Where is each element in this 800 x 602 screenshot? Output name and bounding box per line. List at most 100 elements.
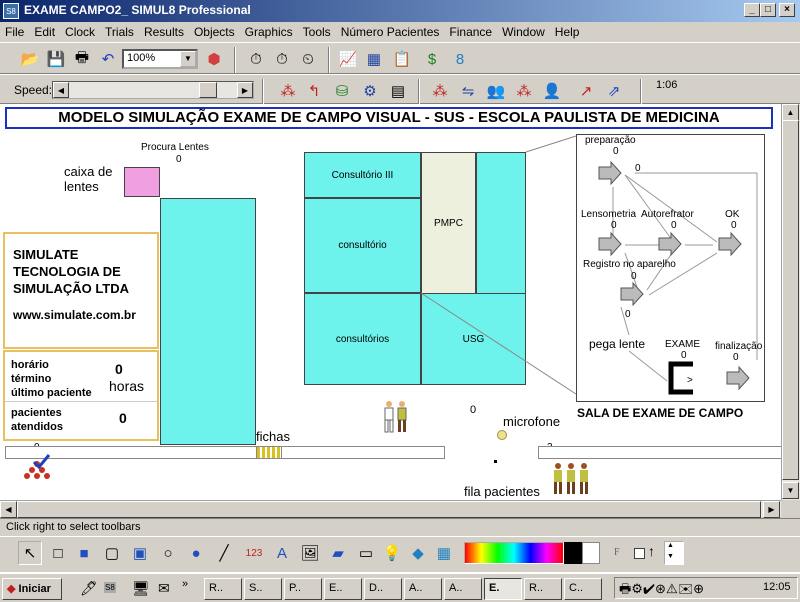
lightbulb-icon[interactable]: 💡	[380, 541, 404, 565]
rounded-rect-icon[interactable]: ▢	[100, 541, 124, 565]
finance-icon[interactable]: $	[420, 47, 444, 71]
start-button[interactable]: ◆ Iniciar	[2, 578, 62, 600]
color-palette[interactable]	[464, 542, 564, 564]
taskbar-task[interactable]: E..	[324, 578, 362, 600]
patient-queue-left[interactable]	[5, 446, 445, 459]
slider-left-arrow[interactable]: ◀	[53, 82, 69, 98]
quicklaunch-icon[interactable]: 🖥	[132, 580, 150, 597]
horizontal-scroll-thumb[interactable]	[17, 501, 761, 518]
slider-right-arrow[interactable]: ▶	[237, 82, 253, 98]
menu-edit[interactable]: Edit	[29, 22, 60, 42]
work-exit-icon[interactable]: ⁂	[428, 79, 452, 103]
taskbar-task[interactable]: A..	[444, 578, 482, 600]
work-entry-icon[interactable]: ⁂	[276, 79, 300, 103]
quicklaunch-icon[interactable]: ✉	[158, 580, 170, 597]
close-button[interactable]: ×	[779, 3, 795, 17]
scroll-down-arrow[interactable]: ▼	[782, 482, 799, 499]
save-icon[interactable]: 💾	[44, 47, 68, 71]
entry-icon[interactable]: ⁂	[512, 79, 536, 103]
menu-clock[interactable]: Clock	[60, 22, 100, 42]
vertical-scroll-thumb[interactable]	[782, 120, 799, 480]
work-center-icon[interactable]: ⚙	[358, 79, 382, 103]
staff-people-icon[interactable]	[383, 400, 409, 434]
menu-objects[interactable]: Objects	[189, 22, 240, 42]
tray-icons[interactable]: 🖶⚙✔⊛⚠✉⊕	[619, 580, 704, 602]
text-icon[interactable]: A	[270, 541, 294, 565]
taskbar-task[interactable]: R..	[524, 578, 562, 600]
menu-help[interactable]: Help	[550, 22, 585, 42]
quicklaunch-icon[interactable]: 🖊	[80, 580, 98, 597]
line-width-icon[interactable]: ↑	[648, 543, 655, 559]
maximize-button[interactable]: □	[760, 3, 776, 17]
fichas-icon[interactable]	[256, 446, 282, 459]
scroll-right-arrow[interactable]: ▶	[763, 501, 780, 518]
run-clock-icon[interactable]: ⏲	[296, 47, 320, 71]
entry-point-icon[interactable]	[20, 454, 54, 486]
circle-icon[interactable]: ○	[156, 541, 180, 565]
line-icon[interactable]: ╱	[212, 541, 236, 565]
simulation-canvas[interactable]: MODELO SIMULAÇÃO EXAME DE CAMPO VISUAL -…	[0, 104, 781, 500]
minimize-button[interactable]: _	[744, 3, 760, 17]
taskbar-task[interactable]: C..	[564, 578, 602, 600]
color-white-swatch[interactable]	[582, 542, 600, 564]
exame-machine-icon[interactable]: >	[667, 361, 697, 395]
patient-queue-right[interactable]	[538, 446, 781, 459]
registro-arrow-icon[interactable]	[619, 281, 645, 307]
shape-icon[interactable]: ◆	[406, 541, 430, 565]
taskbar-task[interactable]: A..	[404, 578, 442, 600]
filled-rectangle-icon[interactable]: ■	[72, 541, 96, 565]
waiting-patients-icon[interactable]	[553, 462, 591, 498]
link-icon[interactable]: ↗	[574, 79, 598, 103]
image-icon[interactable]: 🖼	[298, 541, 322, 565]
simul8-icon[interactable]: 8	[448, 47, 472, 71]
scroll-up-arrow[interactable]: ▲	[782, 104, 799, 121]
timer-icon[interactable]: ⏱	[270, 47, 294, 71]
taskbar-task[interactable]: R..	[204, 578, 242, 600]
spin-up-icon[interactable]: ▲	[667, 542, 674, 549]
preparacao-arrow-icon[interactable]	[597, 160, 623, 186]
filled-circle-icon[interactable]: ●	[184, 541, 208, 565]
pointer-icon[interactable]: ↖	[18, 541, 42, 565]
autorefrator-arrow-icon[interactable]	[657, 231, 683, 257]
taskbar-task[interactable]: P..	[284, 578, 322, 600]
color-black-swatch[interactable]	[564, 542, 582, 564]
scroll-left-arrow[interactable]: ◀	[0, 501, 17, 518]
vertical-scrollbar[interactable]: ▲ ▼	[781, 104, 800, 500]
menu-results[interactable]: Results	[139, 22, 189, 42]
filled-rounded-rect-icon[interactable]: ▣	[128, 541, 152, 565]
menu-trials[interactable]: Trials	[100, 22, 139, 42]
print-icon[interactable]: 🖶	[70, 47, 94, 71]
menu-numero-pacientes[interactable]: Número Pacientes	[336, 22, 445, 42]
menu-file[interactable]: File	[0, 22, 29, 42]
line-width-spinner[interactable]: ▲ ▼	[664, 541, 684, 565]
clock-icon[interactable]: ⏱	[244, 47, 268, 71]
link-tool-icon[interactable]: ⇗	[602, 79, 626, 103]
zoom-select[interactable]: 100% ▼	[122, 49, 198, 69]
menu-window[interactable]: Window	[497, 22, 550, 42]
box-icon[interactable]: ▭	[354, 541, 378, 565]
objects-icon[interactable]: ⬢	[202, 47, 226, 71]
line-width-checkbox[interactable]	[634, 548, 645, 559]
ok-arrow-icon[interactable]	[717, 231, 743, 257]
storage-icon[interactable]: ⛁	[330, 79, 354, 103]
speed-slider[interactable]: ◀ ▶	[52, 81, 254, 99]
app-icon[interactable]: S8	[3, 3, 19, 19]
clipboard-icon[interactable]: ▰	[326, 541, 350, 565]
taskbar-task[interactable]: S..	[244, 578, 282, 600]
spin-down-icon[interactable]: ▼	[667, 553, 674, 560]
conveyor-icon[interactable]: ⇋	[456, 79, 480, 103]
undo-icon[interactable]: ↶	[96, 47, 120, 71]
font-icon[interactable]: F	[614, 547, 620, 558]
person-icon[interactable]: 👤	[540, 79, 564, 103]
taskbar-task-active[interactable]: E.	[484, 578, 522, 600]
table-icon[interactable]: ▦	[362, 47, 386, 71]
report-icon[interactable]: 📋	[390, 47, 414, 71]
finalizacao-arrow-icon[interactable]	[725, 365, 751, 391]
graph-icon[interactable]: 📈	[336, 47, 360, 71]
resource-table-icon[interactable]: ▤	[386, 79, 410, 103]
slider-thumb[interactable]	[199, 82, 217, 98]
chevron-down-icon[interactable]: ▼	[180, 51, 196, 67]
exam-room[interactable]: preparação 0 0 Lensometria 0 Autorefrato…	[576, 134, 765, 402]
menu-tools[interactable]: Tools	[298, 22, 336, 42]
grid-icon[interactable]: ▦	[432, 541, 456, 565]
